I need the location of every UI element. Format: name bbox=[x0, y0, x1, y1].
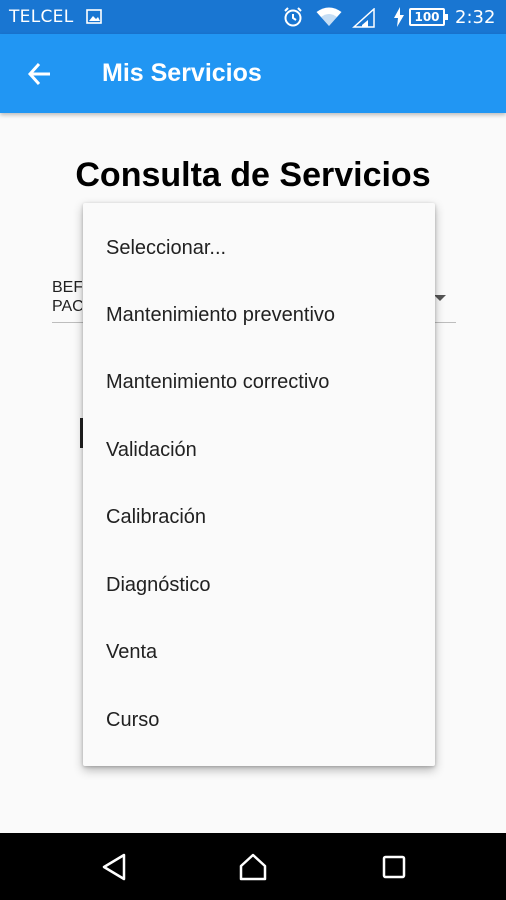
dropdown-caret-icon bbox=[434, 295, 446, 301]
app-bar: Mis Servicios bbox=[0, 34, 506, 113]
dropdown-option[interactable]: Mantenimiento preventivo bbox=[83, 282, 435, 349]
system-navigation-bar bbox=[0, 833, 506, 900]
dropdown-option[interactable]: Curso bbox=[83, 687, 435, 754]
signal-icon bbox=[352, 8, 375, 28]
nav-back-button[interactable] bbox=[94, 847, 134, 887]
back-triangle-icon bbox=[102, 853, 126, 881]
dropdown-option[interactable]: Calibración bbox=[83, 484, 435, 551]
dropdown-option[interactable]: Seleccionar... bbox=[83, 215, 435, 282]
dropdown-option[interactable]: Mantenimiento correctivo bbox=[83, 349, 435, 416]
wifi-icon bbox=[316, 7, 342, 26]
clock: 2:32 bbox=[455, 7, 496, 28]
status-bar: TELCEL 100 2:32 bbox=[0, 0, 506, 34]
recents-square-icon bbox=[382, 855, 406, 879]
back-button[interactable] bbox=[22, 56, 58, 92]
service-type-dropdown-menu: Seleccionar... Mantenimiento preventivo … bbox=[83, 203, 435, 766]
dropdown-option[interactable]: Venta bbox=[83, 619, 435, 686]
carrier-name: TELCEL bbox=[9, 7, 74, 27]
picture-icon bbox=[86, 9, 102, 24]
battery-icon: 100 bbox=[409, 8, 448, 26]
nav-home-button[interactable] bbox=[233, 847, 273, 887]
dropdown-option[interactable]: Diagnóstico bbox=[83, 552, 435, 619]
nav-recents-button[interactable] bbox=[374, 847, 414, 887]
home-icon bbox=[239, 853, 267, 881]
dropdown-option[interactable]: Validación bbox=[83, 417, 435, 484]
app-bar-title: Mis Servicios bbox=[102, 59, 262, 87]
alarm-icon bbox=[284, 7, 302, 27]
arrow-left-icon bbox=[27, 62, 50, 86]
page-title: Consulta de Servicios bbox=[75, 156, 431, 194]
charging-icon bbox=[394, 7, 404, 27]
select-value-partial: BEF PAC bbox=[52, 279, 82, 315]
